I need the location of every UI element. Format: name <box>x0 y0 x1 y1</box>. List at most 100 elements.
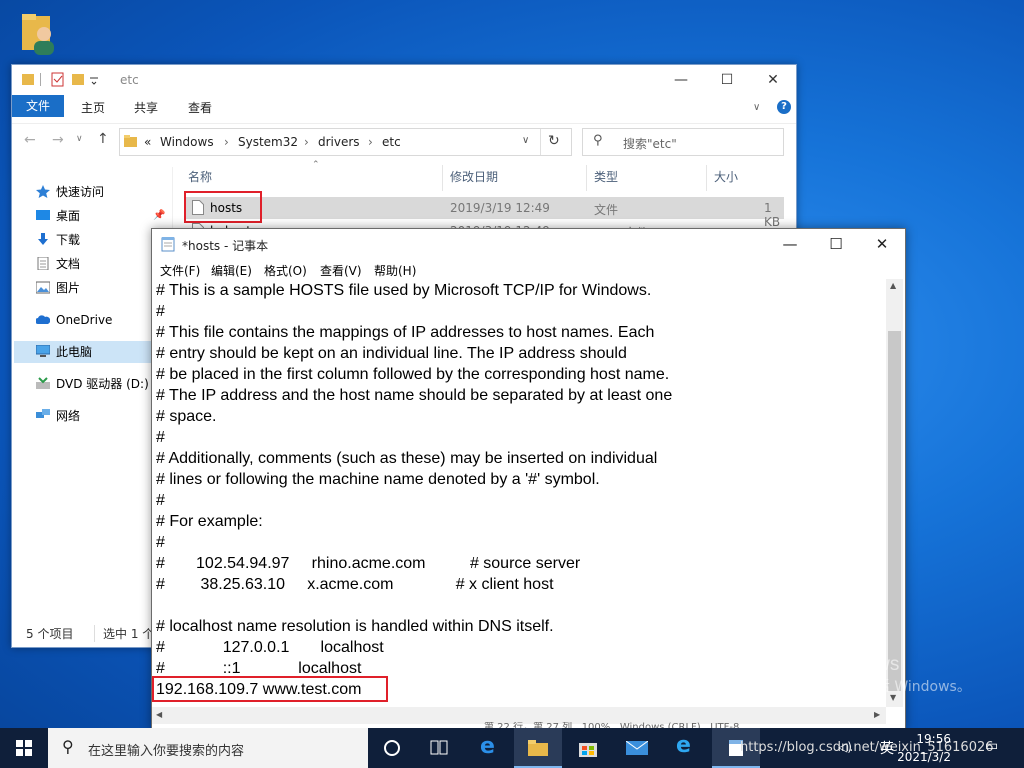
pin-icon[interactable]: 📌 <box>153 206 165 226</box>
column-separator[interactable] <box>706 165 707 191</box>
column-separator[interactable] <box>442 165 443 191</box>
explorer-close-button[interactable]: ✕ <box>750 65 796 95</box>
notepad-close-button[interactable]: ✕ <box>859 229 905 259</box>
forward-arrow-icon[interactable]: → <box>52 132 64 148</box>
notepad-maximize-button[interactable]: ☐ <box>813 229 859 259</box>
scroll-up-icon[interactable]: ▲ <box>890 281 896 290</box>
dvd-drive-icon <box>36 377 50 389</box>
breadcrumb-windows[interactable]: Windows <box>160 135 214 149</box>
breadcrumb-overflow[interactable]: « <box>144 135 151 149</box>
sidebar-item-documents[interactable]: 文档 <box>36 254 80 274</box>
explorer-title: etc <box>120 73 139 87</box>
text-line: # space. <box>156 408 217 425</box>
sidebar-item-this-pc[interactable]: 此电脑 <box>36 342 92 362</box>
explorer-titlebar[interactable]: etc — ☐ ✕ <box>12 65 796 95</box>
sidebar-item-onedrive[interactable]: OneDrive <box>36 310 112 330</box>
desktop-icon <box>36 210 50 220</box>
highlight-box-hosts <box>184 191 262 223</box>
scroll-right-icon[interactable]: ▶ <box>874 710 880 719</box>
ribbon-tab-share[interactable]: 共享 <box>134 98 158 118</box>
blog-url-watermark: https://blog.csdn.net/weixin_51616026 <box>740 740 994 755</box>
menu-edit[interactable]: 编辑(E) <box>211 262 252 279</box>
notepad-titlebar[interactable]: *hosts - 记事本 — ☐ ✕ <box>152 229 905 259</box>
ime-indicator[interactable]: 英 <box>880 738 894 758</box>
explorer-maximize-button[interactable]: ☐ <box>704 65 750 95</box>
notepad-menubar: 文件(F) 编辑(E) 格式(O) 查看(V) 帮助(H) <box>152 259 905 279</box>
menu-help[interactable]: 帮助(H) <box>374 262 416 279</box>
ie-button[interactable]: e <box>662 728 710 768</box>
highlight-box-new-entry <box>152 676 388 702</box>
taskbar: ⚲ 在这里输入你要搜索的内容 e e https://blog.csdn.net… <box>0 728 1024 768</box>
breadcrumb-etc[interactable]: etc <box>382 135 401 149</box>
star-icon <box>36 185 50 198</box>
ribbon-tab-file[interactable]: 文件 <box>12 95 65 117</box>
mail-button[interactable] <box>614 728 662 768</box>
sidebar-item-quick-access[interactable]: 快速访问 <box>36 182 104 202</box>
text-line: # localhost name resolution is handled w… <box>156 618 554 635</box>
scrollbar-thumb[interactable] <box>888 331 901 691</box>
cortana-button[interactable] <box>368 728 416 768</box>
clock-time[interactable]: 19:56 <box>915 732 951 746</box>
activation-watermark-title: 激活 Windows <box>779 654 900 675</box>
edge-button[interactable]: e <box>466 728 514 768</box>
column-separator[interactable] <box>586 165 587 191</box>
address-bar[interactable]: « Windows › System32 › drivers › etc ∨ ↻ <box>119 128 572 156</box>
breadcrumb-drivers[interactable]: drivers <box>318 135 360 149</box>
taskbar-search-placeholder: 在这里输入你要搜索的内容 <box>88 744 245 759</box>
search-icon: ⚲ <box>593 133 603 148</box>
text-line: # lines or following the machine name de… <box>156 471 600 488</box>
store-button[interactable] <box>564 728 612 768</box>
text-line: # Additionally, comments (such as these)… <box>156 450 658 467</box>
recent-locations-icon[interactable]: ∨ <box>76 134 83 144</box>
explorer-minimize-button[interactable]: — <box>658 65 704 95</box>
scroll-left-icon[interactable]: ◀ <box>156 710 162 719</box>
text-line: # This file contains the mappings of IP … <box>156 324 655 341</box>
back-arrow-icon[interactable]: ← <box>24 132 36 148</box>
column-header-date[interactable]: 修改日期 <box>450 168 498 185</box>
start-button[interactable] <box>0 728 48 768</box>
activation-watermark-subtitle: 转到"设置"以激活 Windows。 <box>779 679 971 695</box>
text-line: # This is a sample HOSTS file used by Mi… <box>156 282 652 299</box>
user-folder-desktop-icon[interactable] <box>18 8 64 58</box>
ribbon-tab-view[interactable]: 查看 <box>188 98 212 118</box>
menu-format[interactable]: 格式(O) <box>264 262 307 279</box>
quick-access-toolbar-icons[interactable] <box>20 72 110 88</box>
text-line: # <box>156 303 165 320</box>
column-header-size[interactable]: 大小 <box>714 168 738 185</box>
up-arrow-icon[interactable]: ↑ <box>97 131 109 147</box>
file-explorer-button[interactable] <box>514 728 562 768</box>
clock-date[interactable]: 2021/3/2 <box>897 750 951 764</box>
sidebar-item-downloads[interactable]: 下载 <box>36 230 80 250</box>
address-dropdown-icon[interactable]: ∨ <box>522 135 529 146</box>
volume-icon[interactable]: ◁) <box>838 740 852 754</box>
help-icon[interactable]: ? <box>777 100 791 114</box>
column-header-type[interactable]: 类型 <box>594 168 618 185</box>
status-item-count: 5 个项目 <box>26 627 74 641</box>
ribbon-tab-home[interactable]: 主页 <box>81 98 105 118</box>
breadcrumb-system32[interactable]: System32 <box>238 135 298 149</box>
sidebar-item-pictures[interactable]: 图片 <box>36 278 80 298</box>
text-line: # <box>156 429 165 446</box>
ribbon-expand-icon[interactable]: ∨ <box>753 102 760 113</box>
search-box[interactable]: ⚲ 搜索"etc" <box>582 128 784 156</box>
text-line: # be placed in the first column followed… <box>156 366 670 383</box>
notepad-minimize-button[interactable]: — <box>767 229 813 259</box>
menu-view[interactable]: 查看(V) <box>320 262 362 279</box>
cortana-circle-icon <box>384 740 400 756</box>
vertical-scrollbar[interactable]: ▲ ▼ <box>886 279 903 707</box>
notepad-icon <box>161 237 175 252</box>
sidebar-item-dvd-drive[interactable]: DVD 驱动器 (D:) <box>36 374 149 394</box>
task-view-button[interactable] <box>416 728 464 768</box>
windows-logo-icon <box>16 740 32 756</box>
notification-icon[interactable]: ▭ <box>985 738 998 754</box>
notepad-title: *hosts - 记事本 <box>182 239 269 253</box>
notepad-text-area[interactable]: # This is a sample HOSTS file used by Mi… <box>156 279 884 707</box>
refresh-icon[interactable]: ↻ <box>548 133 560 149</box>
sidebar-item-network[interactable]: 网络 <box>36 406 80 426</box>
text-line: # The IP address and the host name shoul… <box>156 387 673 404</box>
taskbar-search-box[interactable]: ⚲ 在这里输入你要搜索的内容 <box>48 728 368 768</box>
menu-file[interactable]: 文件(F) <box>160 262 200 279</box>
column-header-name[interactable]: 名称 <box>188 168 212 185</box>
sidebar-item-desktop[interactable]: 桌面 📌 <box>36 206 165 226</box>
file-row-hosts[interactable]: hosts 2019/3/19 12:49 文件 1 KB <box>184 197 784 229</box>
